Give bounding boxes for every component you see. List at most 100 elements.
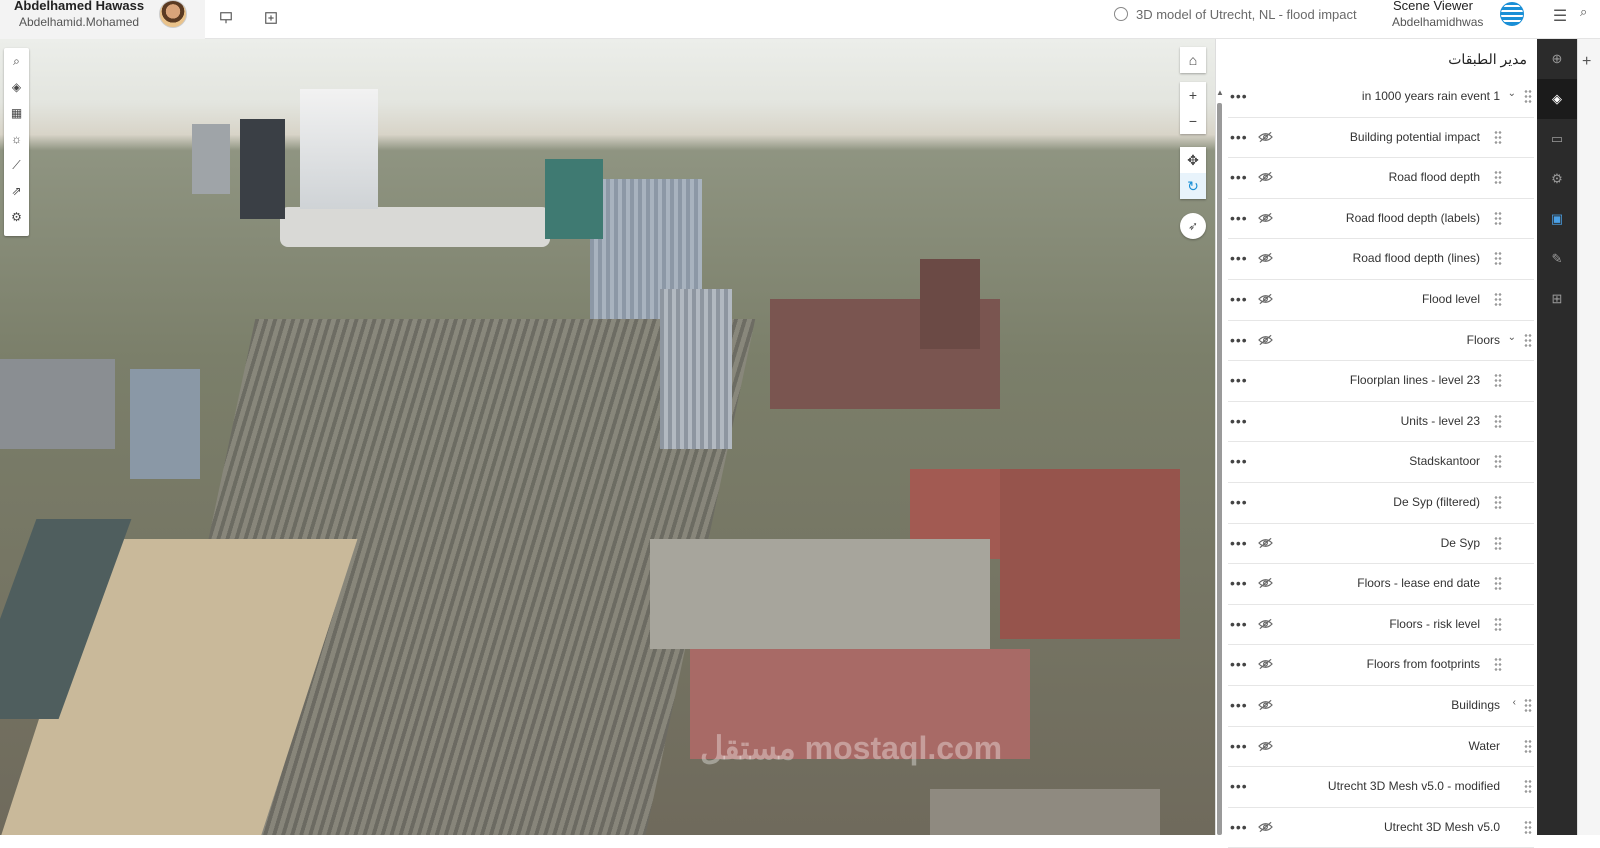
- more-options-icon[interactable]: •••: [1230, 372, 1250, 388]
- drag-handle-icon[interactable]: [1524, 332, 1532, 347]
- more-options-icon[interactable]: •••: [1230, 291, 1250, 307]
- zoom-out-icon[interactable]: −: [1180, 108, 1206, 134]
- grid-icon[interactable]: ⊞: [1537, 279, 1577, 319]
- layer-row[interactable]: ••• Flood level: [1228, 280, 1534, 321]
- layers-icon[interactable]: ◈: [4, 74, 29, 100]
- chevron-down-icon[interactable]: ⌄: [1508, 88, 1516, 99]
- drag-handle-icon[interactable]: [1524, 819, 1532, 834]
- daylight-icon[interactable]: ☼: [4, 126, 29, 152]
- more-options-icon[interactable]: •••: [1230, 332, 1250, 348]
- more-options-icon[interactable]: •••: [1230, 169, 1250, 185]
- visibility-off-icon[interactable]: [1258, 739, 1274, 753]
- save-icon[interactable]: ▣: [1537, 199, 1577, 239]
- layer-row[interactable]: ••• De Syp (filtered): [1228, 483, 1534, 524]
- more-options-icon[interactable]: •••: [1230, 778, 1250, 794]
- layer-row[interactable]: ••• Stadskantoor: [1228, 442, 1534, 483]
- layer-row[interactable]: ••• Road flood depth (lines): [1228, 239, 1534, 280]
- drag-handle-icon[interactable]: [1494, 210, 1502, 225]
- drag-handle-icon[interactable]: [1494, 657, 1502, 672]
- more-options-icon[interactable]: •••: [1230, 819, 1250, 835]
- more-options-icon[interactable]: •••: [1230, 738, 1250, 754]
- more-options-icon[interactable]: •••: [1230, 656, 1250, 672]
- layer-row[interactable]: ••• Road flood depth (labels): [1228, 199, 1534, 240]
- presentation-icon[interactable]: [214, 6, 238, 30]
- layers-icon[interactable]: ◈: [1537, 79, 1577, 119]
- more-options-icon[interactable]: •••: [1230, 616, 1250, 632]
- visibility-off-icon[interactable]: [1258, 292, 1274, 306]
- visibility-off-icon[interactable]: [1258, 536, 1274, 550]
- drag-handle-icon[interactable]: [1494, 291, 1502, 306]
- edit-icon[interactable]: ✎: [1537, 239, 1577, 279]
- rotate-icon[interactable]: ↻: [1180, 173, 1206, 199]
- visibility-off-icon[interactable]: [1258, 657, 1274, 671]
- compass-icon[interactable]: ➶: [1180, 213, 1206, 239]
- layer-row[interactable]: ••• Building potential impact: [1228, 118, 1534, 159]
- drag-handle-icon[interactable]: [1524, 697, 1532, 712]
- home-icon[interactable]: ⌂: [1180, 47, 1206, 73]
- slides-icon[interactable]: ▭: [1537, 119, 1577, 159]
- visibility-off-icon[interactable]: [1258, 170, 1274, 184]
- scene-title-wrap[interactable]: 3D model of Utrecht, NL - flood impact: [1114, 4, 1357, 24]
- layer-row[interactable]: ••• Floors from footprints: [1228, 645, 1534, 686]
- drag-handle-icon[interactable]: [1494, 413, 1502, 428]
- layer-row[interactable]: ••• Floors ⌄: [1228, 321, 1534, 362]
- drag-handle-icon[interactable]: [1494, 494, 1502, 509]
- layer-row[interactable]: ••• De Syp: [1228, 524, 1534, 565]
- visibility-off-icon[interactable]: [1258, 820, 1274, 834]
- settings-icon[interactable]: ⚙: [4, 204, 29, 230]
- layer-row[interactable]: ••• Buildings ‹: [1228, 686, 1534, 727]
- drag-handle-icon[interactable]: [1524, 89, 1532, 103]
- basemap-icon[interactable]: ▦: [4, 100, 29, 126]
- add-slide-icon[interactable]: [259, 6, 283, 30]
- layer-row[interactable]: ••• Utrecht 3D Mesh v5.0 - modified: [1228, 767, 1534, 808]
- more-options-icon[interactable]: •••: [1230, 494, 1250, 510]
- visibility-off-icon[interactable]: [1258, 698, 1274, 712]
- scroll-up-icon[interactable]: ▲: [1216, 88, 1224, 97]
- more-options-icon[interactable]: •••: [1230, 697, 1250, 713]
- visibility-off-icon[interactable]: [1258, 211, 1274, 225]
- panel-scrollbar[interactable]: ▲: [1216, 85, 1224, 835]
- hamburger-icon[interactable]: ☰: [1548, 6, 1572, 30]
- visibility-off-icon[interactable]: [1258, 617, 1274, 631]
- more-options-icon[interactable]: •••: [1230, 129, 1250, 145]
- layer-row[interactable]: ••• Utrecht 3D Mesh v5.0: [1228, 808, 1534, 848]
- visibility-off-icon[interactable]: [1258, 333, 1274, 347]
- measure-icon[interactable]: ⟋: [4, 152, 29, 178]
- add-icon[interactable]: ⊕: [1537, 39, 1577, 79]
- scene-map[interactable]: مستقل mostaql.com: [0, 39, 1215, 835]
- more-options-icon[interactable]: •••: [1230, 250, 1250, 266]
- zoom-in-icon[interactable]: +: [1180, 82, 1206, 108]
- drag-handle-icon[interactable]: [1494, 616, 1502, 631]
- more-options-icon[interactable]: •••: [1230, 88, 1250, 104]
- more-options-icon[interactable]: •••: [1230, 535, 1250, 551]
- drag-handle-icon[interactable]: [1494, 170, 1502, 185]
- avatar[interactable]: [159, 0, 187, 28]
- more-options-icon[interactable]: •••: [1230, 575, 1250, 591]
- drag-handle-icon[interactable]: [1524, 738, 1532, 753]
- plus-icon[interactable]: +: [1582, 53, 1591, 71]
- app-logo-icon[interactable]: [1500, 2, 1524, 26]
- drag-handle-icon[interactable]: [1494, 251, 1502, 266]
- layer-row[interactable]: ••• Floors - risk level: [1228, 605, 1534, 646]
- drag-handle-icon[interactable]: [1494, 576, 1502, 591]
- chevron-left-icon[interactable]: ‹: [1513, 697, 1516, 708]
- layer-row[interactable]: ••• in 1000 years rain event 1 ⌄: [1228, 77, 1534, 118]
- layer-row[interactable]: ••• Floorplan lines - level 23: [1228, 361, 1534, 402]
- more-options-icon[interactable]: •••: [1230, 210, 1250, 226]
- drag-handle-icon[interactable]: [1494, 129, 1502, 144]
- chevron-down-icon[interactable]: ⌄: [1508, 332, 1516, 343]
- scroll-thumb[interactable]: [1217, 103, 1222, 835]
- settings-icon[interactable]: ⚙: [1537, 159, 1577, 199]
- visibility-off-icon[interactable]: [1258, 251, 1274, 265]
- more-options-icon[interactable]: •••: [1230, 413, 1250, 429]
- share-icon[interactable]: ⇗: [4, 178, 29, 204]
- layer-row[interactable]: ••• Water: [1228, 727, 1534, 768]
- drag-handle-icon[interactable]: [1524, 779, 1532, 794]
- layer-row[interactable]: ••• Units - level 23: [1228, 402, 1534, 443]
- layer-row[interactable]: ••• Floors - lease end date: [1228, 564, 1534, 605]
- more-options-icon[interactable]: •••: [1230, 453, 1250, 469]
- drag-handle-icon[interactable]: [1494, 535, 1502, 550]
- home-button[interactable]: ⌂: [1180, 47, 1206, 73]
- search-icon[interactable]: ⌕: [4, 48, 29, 74]
- drag-handle-icon[interactable]: [1494, 373, 1502, 388]
